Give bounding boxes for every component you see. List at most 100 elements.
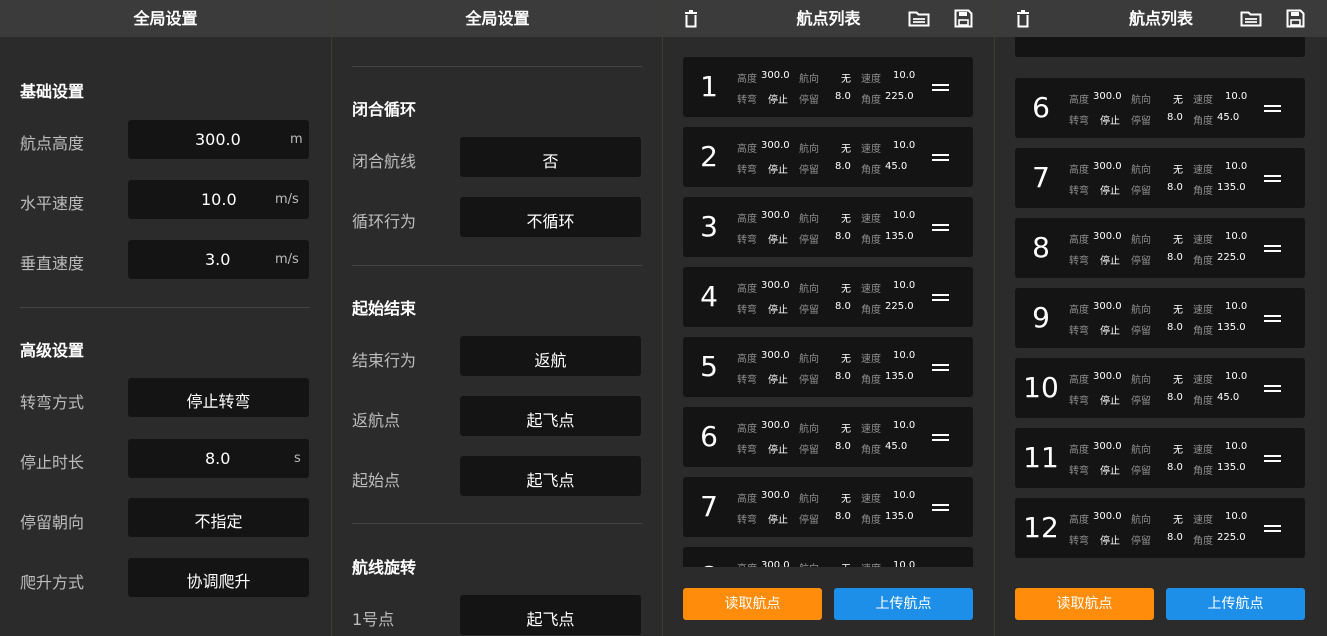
drag-handle-icon[interactable] [1264, 455, 1281, 462]
heading-value: 不指定 [194, 512, 243, 531]
loop-behavior-select[interactable]: 不循环 [460, 197, 641, 237]
turn-label: 转弯 [737, 445, 757, 456]
waypoint-card[interactable]: 5 高度 300.0 航向 无速度 10.0 转弯 停止 停留 8.0 角度 135.0 [683, 337, 973, 397]
end-action-select[interactable]: 返航 [460, 336, 641, 376]
global-settings-panel-1: 全局设置 基础设置 航点高度 300.0 m 水平速度 10.0 m/s 垂直速… [0, 0, 331, 636]
section-title-basic: 基础设置 [20, 82, 85, 101]
heading-value: 无 [841, 494, 851, 505]
read-waypoints-button[interactable]: 读取航点 [1015, 588, 1154, 620]
upload-waypoints-button[interactable]: 上传航点 [1166, 588, 1305, 620]
heading-value: 无 [1173, 165, 1183, 176]
speed-value: 10.0 [893, 490, 916, 501]
turn-label: 转弯 [737, 235, 757, 246]
angle-label: 角度 [1193, 396, 1213, 407]
point1-select[interactable]: 起飞点 [460, 595, 641, 635]
stop-duration-input[interactable]: 8.0 s [128, 439, 309, 478]
drag-handle-icon[interactable] [932, 364, 949, 371]
dwell-label: 停留 [799, 235, 819, 246]
return-point-select[interactable]: 起飞点 [460, 396, 641, 436]
waypoint-card[interactable]: 7 高度 300.0 航向 无速度 10.0 转弯 停止 停留 8.0 角度 135.0 [1015, 148, 1305, 208]
speed-label: 速度 [861, 424, 881, 435]
closed-route-select[interactable]: 否 [460, 137, 641, 177]
drag-handle-icon[interactable] [1264, 315, 1281, 322]
folder-icon[interactable] [905, 0, 933, 37]
dwell-value: 8.0 [1167, 182, 1183, 193]
waypoint-card[interactable]: 4 高度 300.0 航向 无速度 10.0 转弯 停止 停留 8.0 角度 225.0 [683, 267, 973, 327]
waypoint-card-partial[interactable] [1015, 37, 1305, 57]
altitude-value: 300.0 [1093, 161, 1122, 172]
save-icon[interactable] [1282, 0, 1308, 37]
waypoint-card[interactable]: 3 高度 300.0 航向 无速度 10.0 转弯 停止 停留 8.0 角度 135.0 [683, 197, 973, 257]
folder-icon[interactable] [1237, 0, 1265, 37]
altitude-label: 高度 [737, 74, 757, 85]
turn-label: 转弯 [1069, 396, 1089, 407]
angle-value: 225.0 [1217, 532, 1246, 543]
panel-title: 航点列表 [796, 9, 861, 28]
waypoint-card[interactable]: 6 高度 300.0 航向 无速度 10.0 转弯 停止 停留 8.0 角度 45.0 [1015, 78, 1305, 138]
speed-label: 速度 [861, 284, 881, 295]
altitude-label: 高度 [737, 494, 757, 505]
waypoint-card[interactable]: 2 高度 300.0 航向 无速度 10.0 转弯 停止 停留 8.0 角度 45.0 [683, 127, 973, 187]
waypoint-list[interactable]: 1 高度 300.0 航向无速度 10.0 转弯 停止 停留 8.0 角度 225.0 2 高度 300.… [663, 37, 994, 567]
read-waypoints-button[interactable]: 读取航点 [683, 588, 822, 620]
altitude-label: 高度 [737, 214, 757, 225]
waypoint-list[interactable]: 6 高度 300.0 航向无速度 10.0 转弯 停止 停留 8.0 角度 45.0 7 高度 300.0… [995, 37, 1327, 567]
drag-handle-icon[interactable] [932, 434, 949, 441]
waypoint-number: 4 [700, 280, 718, 313]
altitude-input[interactable]: 300.0 m [128, 120, 309, 159]
point1-value: 起飞点 [526, 610, 575, 629]
dwell-value: 8.0 [835, 371, 851, 382]
waypoint-card[interactable]: 8高度300.0航向无速度10.0转弯停留角度 [683, 547, 973, 567]
drag-handle-icon[interactable] [932, 294, 949, 301]
climb-mode-select[interactable]: 协调爬升 [128, 558, 309, 597]
drag-handle-icon[interactable] [1264, 105, 1281, 112]
v-speed-input[interactable]: 3.0 m/s [128, 240, 309, 279]
trash-icon[interactable] [679, 0, 703, 37]
trash-icon[interactable] [1011, 0, 1035, 37]
drag-handle-icon[interactable] [1264, 385, 1281, 392]
altitude-value: 300.0 [761, 70, 790, 81]
turn-label: 转弯 [1069, 116, 1089, 127]
angle-value: 225.0 [885, 91, 914, 102]
save-icon[interactable] [950, 0, 976, 37]
dwell-label: 停留 [1131, 256, 1151, 267]
turn-mode-select[interactable]: 停止转弯 [128, 378, 309, 417]
heading-value: 无 [841, 354, 851, 365]
angle-value: 135.0 [1217, 462, 1246, 473]
waypoint-number: 3 [700, 210, 718, 243]
heading-label: 航向 [799, 144, 819, 155]
heading-select[interactable]: 不指定 [128, 498, 309, 537]
waypoint-card[interactable]: 12 高度 300.0 航向 无速度 10.0 转弯 停止 停留 8.0 角度 225.0 [1015, 498, 1305, 558]
waypoint-card[interactable]: 1 高度 300.0 航向 无速度 10.0 转弯 停止 停留 8.0 角度 225.0 [683, 57, 973, 117]
h-speed-input[interactable]: 10.0 m/s [128, 180, 309, 219]
waypoint-card[interactable]: 9 高度 300.0 航向 无速度 10.0 转弯 停止 停留 8.0 角度 135.0 [1015, 288, 1305, 348]
heading-value: 无 [1173, 375, 1183, 386]
drag-handle-icon[interactable] [932, 84, 949, 91]
panel-title: 航点列表 [1128, 9, 1193, 28]
start-point-select[interactable]: 起飞点 [460, 456, 641, 496]
waypoint-card[interactable]: 8 高度 300.0 航向 无速度 10.0 转弯 停止 停留 8.0 角度 225.0 [1015, 218, 1305, 278]
waypoint-card[interactable]: 7 高度 300.0 航向 无速度 10.0 转弯 停止 停留 8.0 角度 135.0 [683, 477, 973, 537]
loop-behavior-value: 不循环 [526, 212, 575, 231]
waypoint-card[interactable]: 6 高度 300.0 航向 无速度 10.0 转弯 停止 停留 8.0 角度 45.0 [683, 407, 973, 467]
drag-handle-icon[interactable] [1264, 525, 1281, 532]
return-point-value: 起飞点 [526, 411, 575, 430]
dwell-label: 停留 [1131, 466, 1151, 477]
turn-mode-label: 转弯方式 [20, 393, 85, 412]
upload-waypoints-button[interactable]: 上传航点 [834, 588, 973, 620]
angle-label: 角度 [1193, 536, 1213, 547]
altitude-value: 300.0 [1093, 231, 1122, 242]
turn-label: 转弯 [1069, 536, 1089, 547]
waypoint-card[interactable]: 11 高度 300.0 航向 无速度 10.0 转弯 停止 停留 8.0 角度 135.0 [1015, 428, 1305, 488]
drag-handle-icon[interactable] [1264, 245, 1281, 252]
panel-header: 航点列表 [663, 0, 994, 37]
panel-title: 全局设置 [465, 9, 530, 28]
drag-handle-icon[interactable] [1264, 175, 1281, 182]
drag-handle-icon[interactable] [932, 224, 949, 231]
drag-handle-icon[interactable] [932, 504, 949, 511]
waypoint-number: 12 [1023, 511, 1059, 544]
waypoint-number: 9 [1032, 301, 1050, 334]
angle-label: 角度 [1193, 326, 1213, 337]
drag-handle-icon[interactable] [932, 154, 949, 161]
waypoint-card[interactable]: 10 高度 300.0 航向 无速度 10.0 转弯 停止 停留 8.0 角度 45.0 [1015, 358, 1305, 418]
